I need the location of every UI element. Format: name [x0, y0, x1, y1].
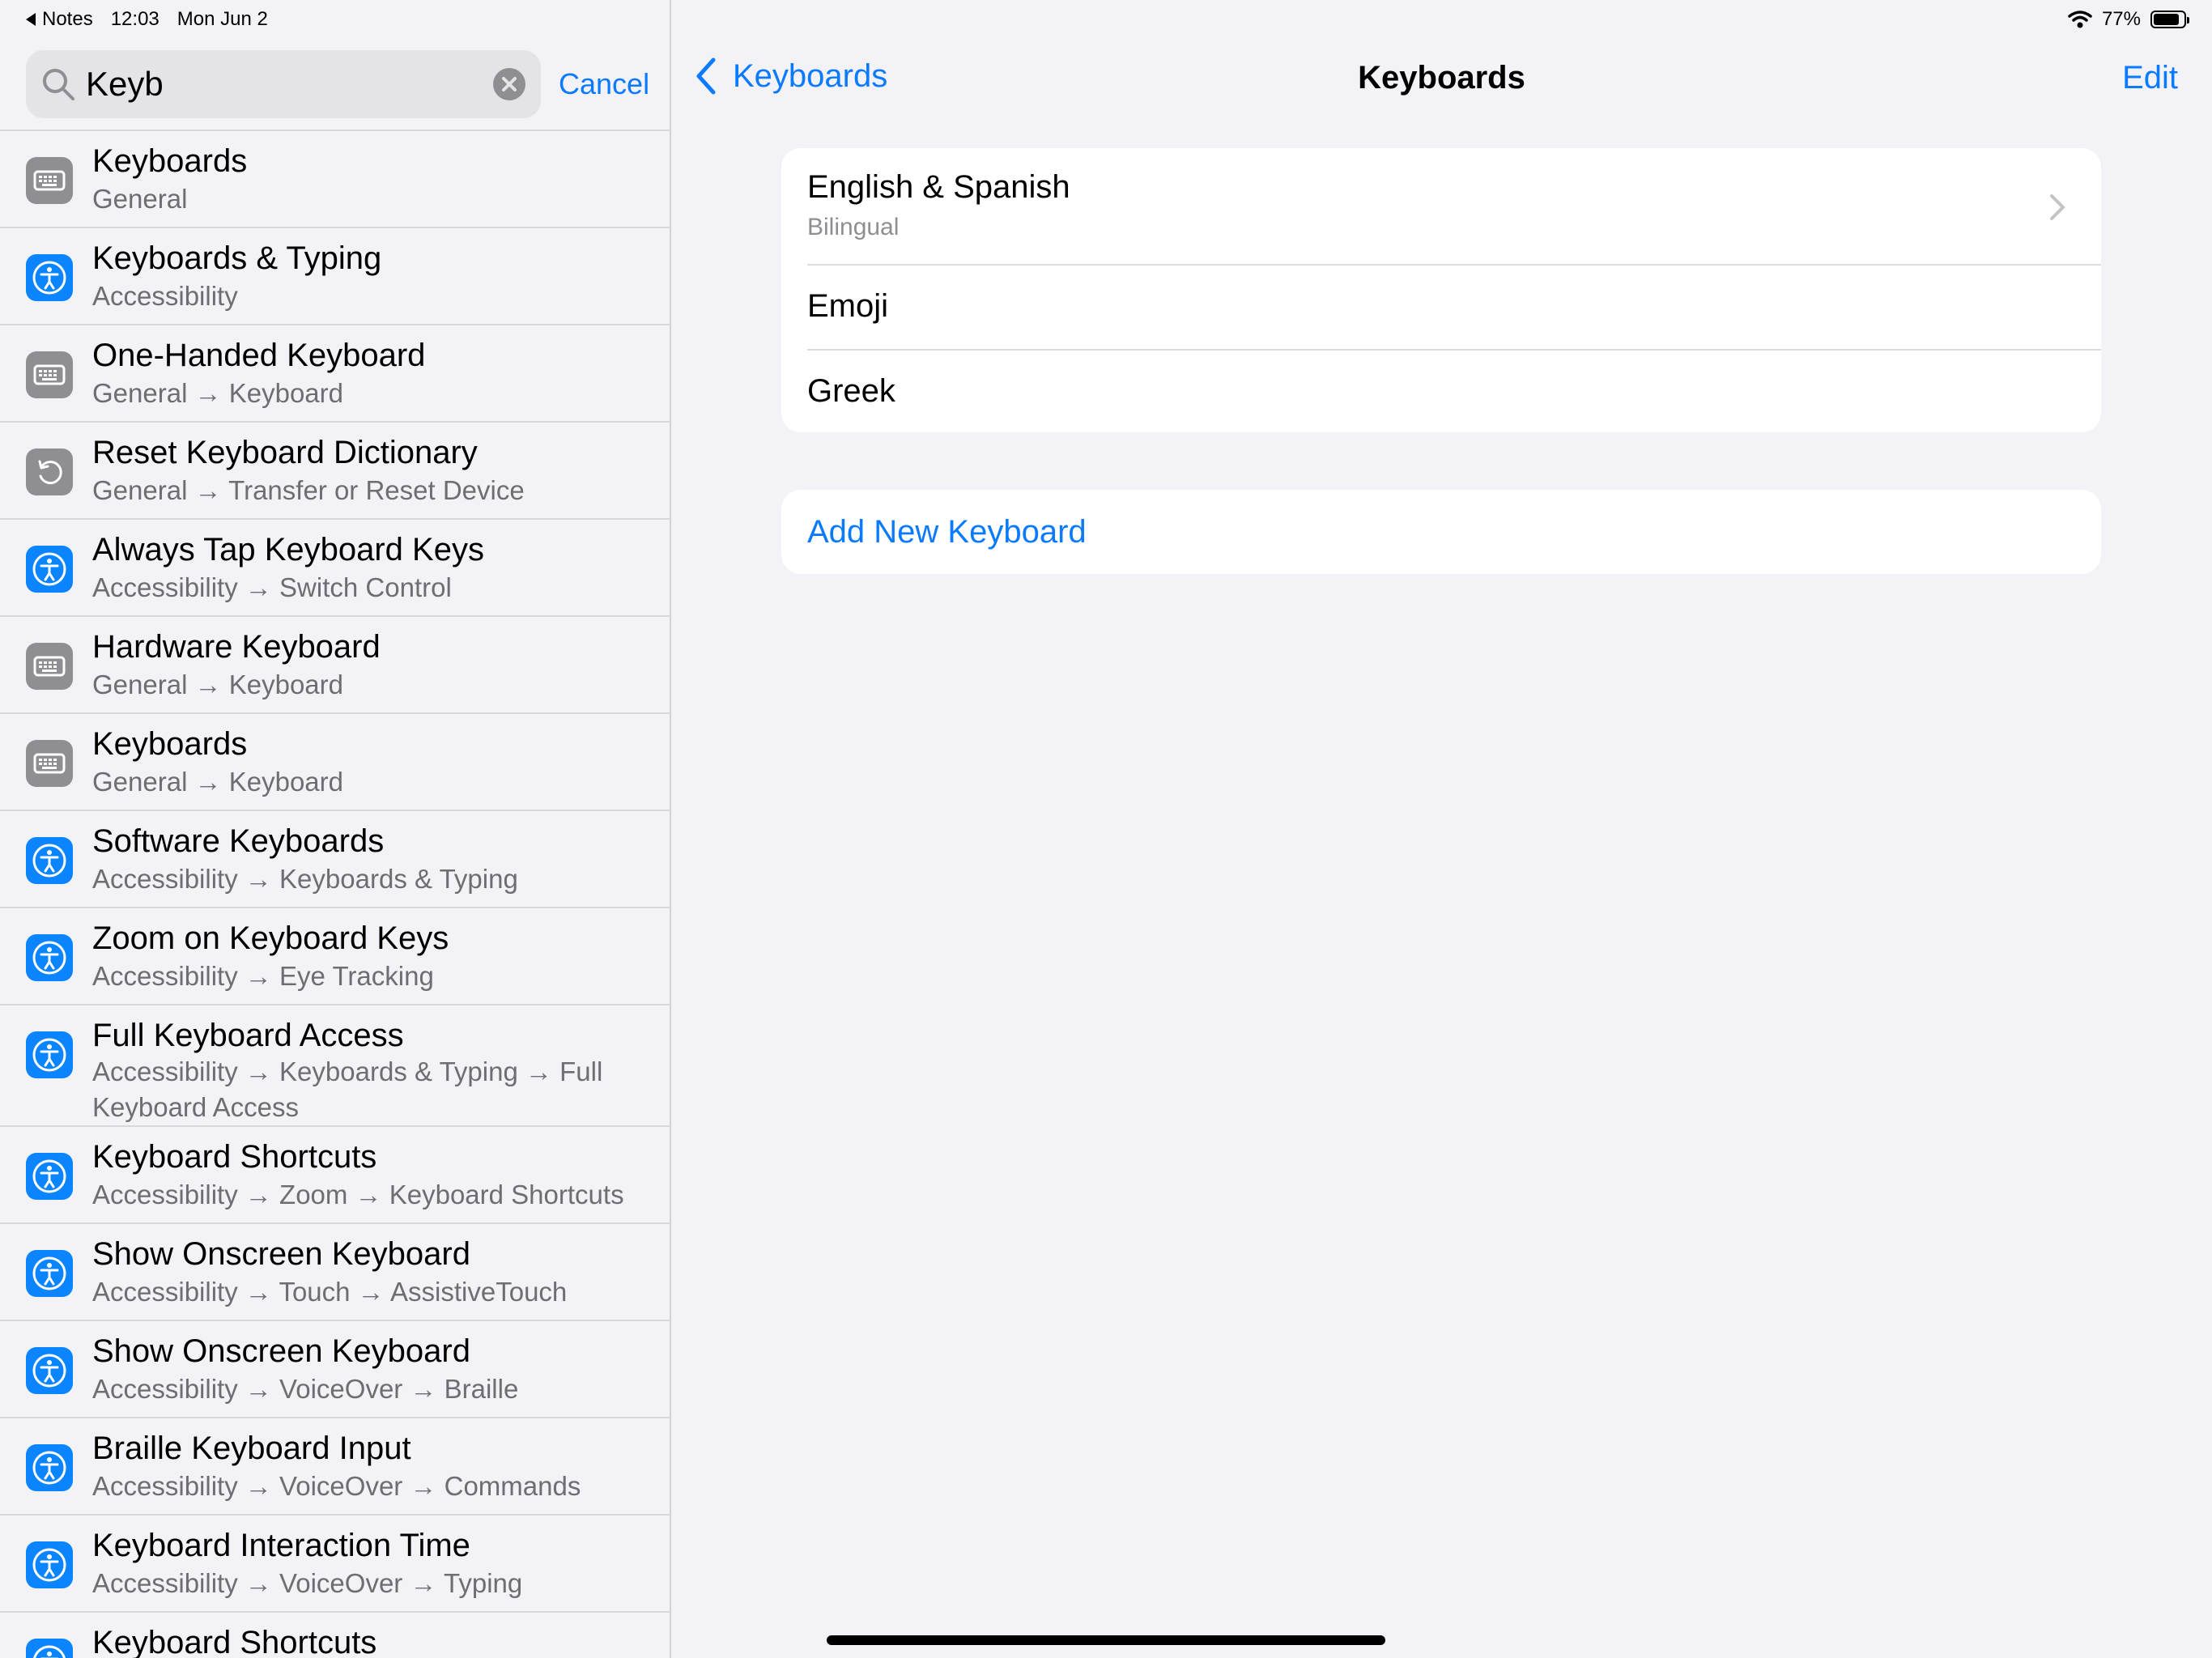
search-results-pane: Keyb Cancel Keyboards General Keyboards & … — [0, 0, 671, 1658]
result-path: Accessibility → VoiceOver → Braille — [92, 1374, 519, 1404]
result-path: Accessibility → Zoom → Keyboard Shortcut… — [92, 1180, 624, 1209]
result-title: Keyboard Interaction Time — [92, 1528, 470, 1563]
page-title: Keyboards — [1358, 60, 1525, 96]
battery-icon — [2150, 11, 2189, 28]
result-title: Show Onscreen Keyboard — [92, 1333, 470, 1369]
search-result-row[interactable]: One-Handed Keyboard General → Keyboard — [0, 324, 670, 421]
accessibility-icon — [26, 1541, 73, 1588]
search-result-row[interactable]: Braille Keyboard Input Accessibility → Vo… — [0, 1417, 670, 1514]
accessibility-icon — [26, 1444, 73, 1491]
accessibility-icon — [26, 1347, 73, 1394]
search-result-row[interactable]: Software Keyboards Accessibility → Keyboa… — [0, 810, 670, 907]
keyboard-name: Emoji — [807, 288, 889, 324]
back-app-label: Notes — [42, 8, 93, 30]
keyboard-icon — [26, 643, 73, 690]
search-result-row[interactable]: Keyboard Shortcuts Accessibility → Zoom →… — [0, 1125, 670, 1222]
accessibility-icon — [26, 546, 73, 593]
add-new-keyboard-button[interactable]: Add New Keyboard — [781, 490, 2101, 574]
result-title: Keyboard Shortcuts — [92, 1625, 377, 1658]
result-path: General → Keyboard — [92, 670, 344, 699]
search-query: Keyb — [86, 65, 164, 103]
result-title: Keyboards — [92, 726, 248, 762]
search-results-list: Keyboards General Keyboards & Typing Access… — [0, 130, 670, 1658]
result-path: Accessibility → Touch → AssistiveTouch — [92, 1277, 568, 1307]
status-time: 12:03 — [110, 8, 160, 30]
result-title: Reset Keyboard Dictionary — [92, 435, 478, 470]
search-result-row[interactable]: Zoom on Keyboard Keys Accessibility → Eye… — [0, 907, 670, 1004]
battery-percent: 77% — [2101, 8, 2141, 30]
search-result-row[interactable]: Show Onscreen Keyboard Accessibility → To… — [0, 1222, 670, 1320]
result-title: Show Onscreen Keyboard — [92, 1236, 470, 1272]
search-result-row[interactable]: Keyboards General → Keyboard — [0, 712, 670, 810]
accessibility-icon — [26, 837, 73, 884]
result-path: Accessibility → Switch Control — [92, 572, 452, 602]
accessibility-icon — [26, 934, 73, 981]
keyboard-row-greek[interactable]: Greek — [781, 351, 2101, 432]
wifi-icon — [2068, 11, 2092, 28]
back-triangle-icon — [26, 13, 36, 26]
result-path: General → Keyboard — [92, 767, 344, 797]
chevron-right-icon — [2050, 194, 2065, 220]
result-title: Keyboards — [92, 143, 248, 179]
search-result-row[interactable]: Full Keyboard Access Accessibility → Keyb… — [0, 1004, 670, 1125]
search-input[interactable]: Keyb — [26, 50, 541, 118]
search-bar: Keyb Cancel — [26, 50, 653, 120]
keyboard-name: English & Spanish — [807, 169, 1070, 205]
result-path: General → Keyboard — [92, 378, 344, 408]
accessibility-icon — [26, 1250, 73, 1297]
result-title: Keyboards & Typing — [92, 240, 382, 276]
edit-button[interactable]: Edit — [2122, 57, 2178, 99]
result-title: Zoom on Keyboard Keys — [92, 920, 449, 956]
result-path: Accessibility — [92, 281, 238, 311]
status-date: Mon Jun 2 — [177, 8, 268, 30]
search-result-row[interactable]: Keyboards General — [0, 130, 670, 227]
keyboard-row-emoji[interactable]: Emoji — [781, 266, 2101, 349]
result-path: Accessibility → VoiceOver → Typing — [92, 1568, 523, 1598]
accessibility-icon — [26, 1031, 73, 1078]
keyboard-detail: Bilingual — [807, 214, 900, 240]
search-result-row[interactable]: Always Tap Keyboard Keys Accessibility → … — [0, 518, 670, 615]
result-path: Accessibility → Keyboards & Typing → Ful… — [92, 1056, 603, 1122]
keyboards-detail-pane: Keyboards Keyboards Edit English & Spani… — [671, 0, 2212, 1658]
result-path: Accessibility → Keyboards & Typing — [92, 864, 518, 894]
keyboards-list: English & Spanish Bilingual Emoji Greek — [781, 148, 2101, 432]
keyboard-row-english-spanish[interactable]: English & Spanish Bilingual — [781, 148, 2101, 264]
result-title: Always Tap Keyboard Keys — [92, 532, 484, 568]
accessibility-icon — [26, 254, 73, 301]
cancel-button[interactable]: Cancel — [559, 65, 649, 104]
search-result-row[interactable]: Keyboard Interaction Time Accessibility →… — [0, 1514, 670, 1611]
reset-icon — [26, 449, 73, 495]
search-result-row[interactable]: Reset Keyboard Dictionary General → Trans… — [0, 421, 670, 518]
home-indicator[interactable] — [827, 1635, 1385, 1645]
accessibility-icon — [26, 1639, 73, 1658]
back-to-app-button[interactable]: Notes — [26, 8, 93, 31]
add-new-keyboard-label: Add New Keyboard — [807, 514, 1087, 550]
search-result-row[interactable]: Hardware Keyboard General → Keyboard — [0, 615, 670, 712]
result-title: Braille Keyboard Input — [92, 1431, 411, 1466]
keyboard-name: Greek — [807, 373, 895, 409]
search-result-row[interactable]: Keyboards & Typing Accessibility — [0, 227, 670, 324]
keyboard-icon — [26, 157, 73, 204]
result-title: Software Keyboards — [92, 823, 385, 859]
keyboard-icon — [26, 351, 73, 398]
result-path: Accessibility → Eye Tracking — [92, 961, 434, 991]
keyboard-icon — [26, 740, 73, 787]
search-result-row[interactable]: Show Onscreen Keyboard Accessibility → Vo… — [0, 1320, 670, 1417]
result-title: Keyboard Shortcuts — [92, 1139, 377, 1175]
result-path: Accessibility → VoiceOver → Commands — [92, 1471, 581, 1501]
search-icon — [43, 69, 74, 100]
search-result-row[interactable]: Keyboard Shortcuts — [0, 1611, 670, 1658]
result-title: One-Handed Keyboard — [92, 338, 426, 373]
result-path: General — [92, 184, 188, 214]
clear-icon[interactable] — [493, 68, 525, 100]
accessibility-icon — [26, 1153, 73, 1200]
result-title: Hardware Keyboard — [92, 629, 381, 665]
result-title: Full Keyboard Access — [92, 1018, 404, 1053]
result-path: General → Transfer or Reset Device — [92, 475, 525, 505]
status-bar: Notes 12:03 Mon Jun 2 77% — [0, 0, 2212, 39]
